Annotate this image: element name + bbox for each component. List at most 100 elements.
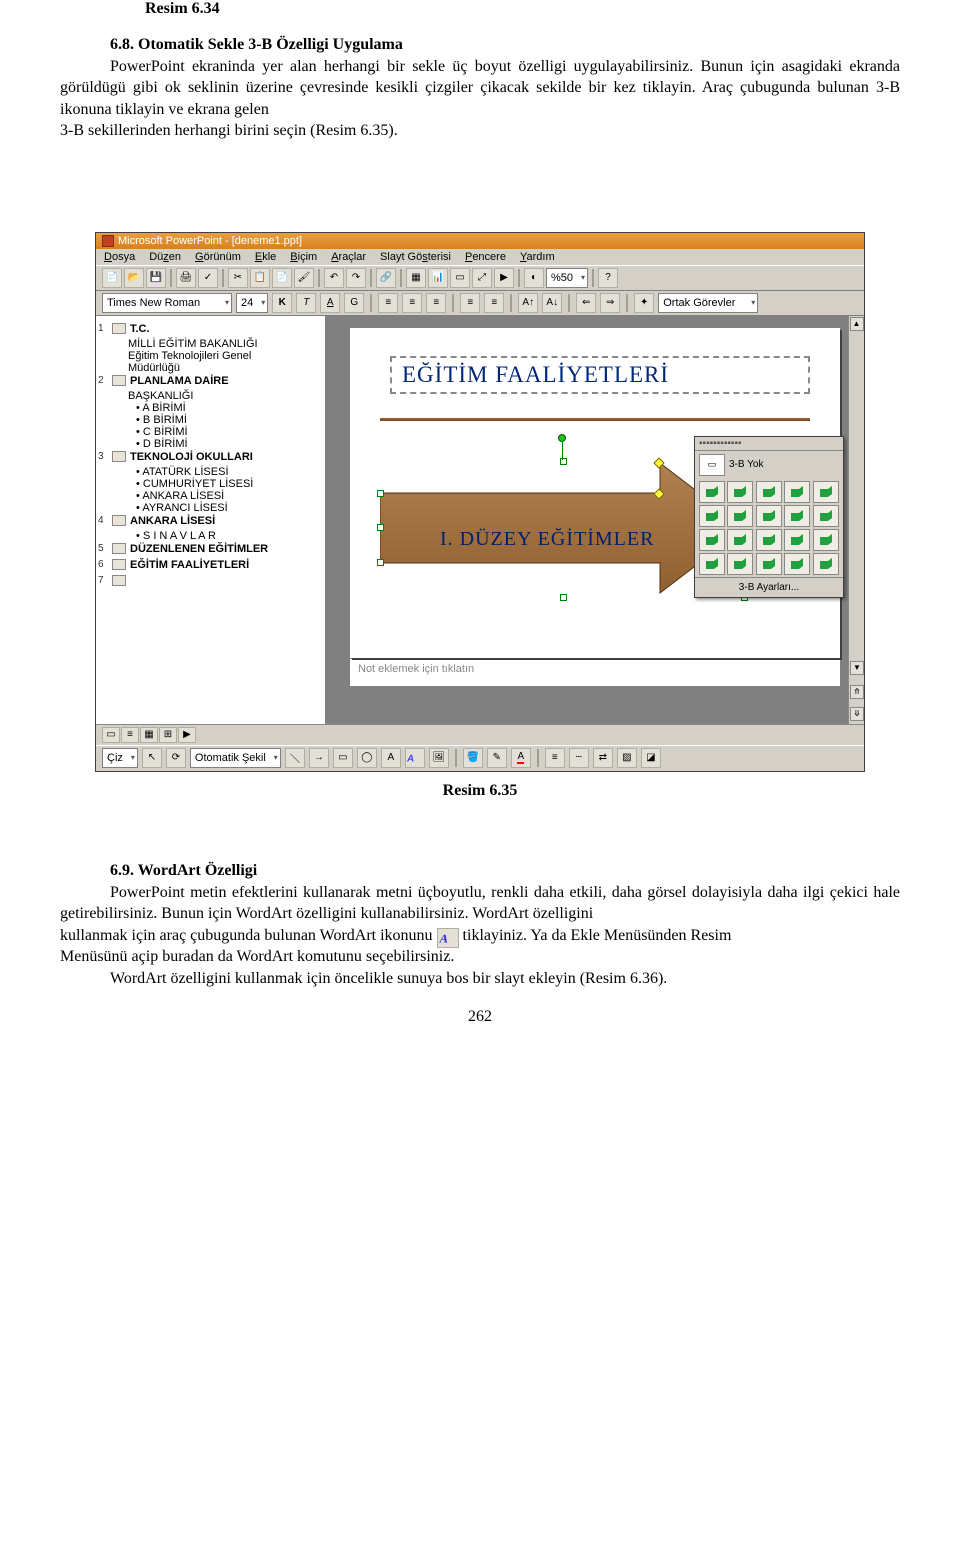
clipart-button[interactable]: 🖼 — [429, 748, 449, 768]
3d-style-cell[interactable] — [756, 553, 782, 575]
dash-style-button[interactable]: ┄ — [569, 748, 589, 768]
3d-style-cell[interactable] — [699, 481, 725, 503]
menu-tools[interactable]: Araçlar — [331, 251, 366, 263]
fontsize-combo[interactable]: 24 — [236, 293, 268, 313]
sorter-view-button[interactable]: ⊞ — [159, 727, 177, 743]
format-painter-button[interactable]: 🖌 — [294, 268, 314, 288]
scroll-down-icon[interactable]: ▼ — [850, 661, 864, 675]
outline-item[interactable]: T.C. — [130, 322, 150, 336]
outline-view-button[interactable]: ≡ — [121, 727, 139, 743]
promote-button[interactable]: ⇐ — [576, 293, 596, 313]
align-center-button[interactable]: ≡ — [402, 293, 422, 313]
line-style-button[interactable]: ≡ — [545, 748, 565, 768]
zoom-combo[interactable]: %50 — [546, 268, 588, 288]
no-3d-button[interactable]: ▭ — [699, 454, 725, 476]
outline-item[interactable]: TEKNOLOJİ OKULLARI — [130, 450, 253, 464]
autoshapes-menu[interactable]: Otomatik Şekil — [190, 748, 281, 768]
outline-item[interactable]: D BİRİMİ — [136, 438, 319, 450]
open-button[interactable]: 📂 — [124, 268, 144, 288]
new-button[interactable]: 📄 — [102, 268, 122, 288]
menu-file[interactable]: DDosyaosya — [104, 251, 135, 263]
show-view-button[interactable]: ▶ — [178, 727, 196, 743]
outline-item[interactable]: C BİRİMİ — [136, 426, 319, 438]
rotate-button[interactable]: ⟳ — [166, 748, 186, 768]
fill-color-button[interactable]: 🪣 — [463, 748, 483, 768]
newslide-button[interactable]: ▭ — [450, 268, 470, 288]
next-slide-icon[interactable]: ⤋ — [850, 707, 864, 721]
demote-button[interactable]: ⇒ — [600, 293, 620, 313]
outline-item[interactable]: A BİRİMİ — [136, 402, 319, 414]
outline-item[interactable]: CUMHURİYET LİSESİ — [136, 478, 319, 490]
undo-button[interactable]: ↶ — [324, 268, 344, 288]
save-button[interactable]: 💾 — [146, 268, 166, 288]
table-button[interactable]: ▦ — [406, 268, 426, 288]
show-button[interactable]: ▶ — [494, 268, 514, 288]
link-button[interactable]: 🔗 — [376, 268, 396, 288]
3d-style-cell[interactable] — [813, 553, 839, 575]
shadow-button[interactable]: G — [344, 293, 364, 313]
3d-style-cell[interactable] — [727, 481, 753, 503]
underline-button[interactable]: A — [320, 293, 340, 313]
numbering-button[interactable]: ≡ — [460, 293, 480, 313]
vertical-scrollbar[interactable]: ▲ ▼ ⤊ ⤋ — [848, 316, 864, 724]
rotate-handle[interactable] — [558, 434, 566, 442]
outline-item[interactable]: EĞİTİM FAALİYETLERİ — [130, 558, 249, 572]
increase-font-button[interactable]: A↑ — [518, 293, 538, 313]
paste-button[interactable]: 📄 — [272, 268, 292, 288]
3d-style-cell[interactable] — [756, 505, 782, 527]
chart-button[interactable]: 📊 — [428, 268, 448, 288]
3d-style-cell[interactable] — [784, 481, 810, 503]
menu-help[interactable]: Yardım — [520, 251, 555, 263]
3d-settings-button[interactable]: 3-B Ayarları... — [695, 577, 843, 597]
3d-style-cell[interactable] — [813, 505, 839, 527]
3d-style-cell[interactable] — [756, 481, 782, 503]
bold-button[interactable]: K — [272, 293, 292, 313]
decrease-font-button[interactable]: A↓ — [542, 293, 562, 313]
arrow-style-button[interactable]: ⇄ — [593, 748, 613, 768]
3d-style-cell[interactable] — [813, 529, 839, 551]
cut-button[interactable]: ✂ — [228, 268, 248, 288]
outline-item[interactable]: DÜZENLENEN EĞİTİMLER — [130, 542, 268, 556]
draw-menu[interactable]: Çiz — [102, 748, 138, 768]
outline-item[interactable]: S I N A V L A R — [136, 530, 319, 542]
menu-slideshow[interactable]: Slayt Gösterisi — [380, 251, 451, 263]
print-button[interactable]: 🖨 — [176, 268, 196, 288]
outline-item[interactable]: ANKARA LİSESİ — [130, 514, 215, 528]
wordart-button[interactable]: A — [405, 748, 425, 768]
outline-item[interactable]: BAŞKANLIĞI — [128, 390, 319, 402]
font-combo[interactable]: Times New Roman — [102, 293, 232, 313]
3d-style-cell[interactable] — [727, 529, 753, 551]
select-button[interactable]: ↖ — [142, 748, 162, 768]
outline-item[interactable]: ATATÜRK LİSESİ — [136, 466, 319, 478]
menubar[interactable]: DDosyaosya Düzen Görünüm Ekle Biçim Araç… — [96, 249, 864, 265]
bullets-button[interactable]: ≡ — [484, 293, 504, 313]
3d-style-cell[interactable] — [699, 553, 725, 575]
outline-item[interactable]: AYRANCI LİSESİ — [136, 502, 319, 514]
notes-pane[interactable]: Not eklemek için tıklatın — [350, 658, 840, 686]
arrow-button[interactable]: → — [309, 748, 329, 768]
3d-style-cell[interactable] — [813, 481, 839, 503]
3d-style-cell[interactable] — [727, 505, 753, 527]
align-right-button[interactable]: ≡ — [426, 293, 446, 313]
3d-style-cell[interactable] — [784, 529, 810, 551]
outline-pane[interactable]: 1T.C. MİLLİ EĞİTİM BAKANLIĞI Eğitim Tekn… — [96, 316, 326, 724]
help-button[interactable]: ? — [598, 268, 618, 288]
menu-insert[interactable]: Ekle — [255, 251, 276, 263]
oval-button[interactable]: ◯ — [357, 748, 377, 768]
outline-item[interactable]: Eğitim Teknolojileri Genel — [128, 350, 319, 362]
3d-style-cell[interactable] — [699, 529, 725, 551]
line-button[interactable]: ＼ — [285, 748, 305, 768]
3d-style-cell[interactable] — [699, 505, 725, 527]
outline-item[interactable]: Müdürlüğü — [128, 362, 319, 374]
redo-button[interactable]: ↷ — [346, 268, 366, 288]
line-color-button[interactable]: ✎ — [487, 748, 507, 768]
3d-style-cell[interactable] — [756, 529, 782, 551]
3d-style-cell[interactable] — [784, 553, 810, 575]
italic-button[interactable]: T — [296, 293, 316, 313]
outline-item[interactable]: B BİRİMİ — [136, 414, 319, 426]
outline-item[interactable]: PLANLAMA DAİRE — [130, 374, 229, 388]
textbox-button[interactable]: A — [381, 748, 401, 768]
3d-style-cell[interactable] — [727, 553, 753, 575]
slide-view-button[interactable]: ▦ — [140, 727, 158, 743]
menu-format[interactable]: Biçim — [290, 251, 317, 263]
